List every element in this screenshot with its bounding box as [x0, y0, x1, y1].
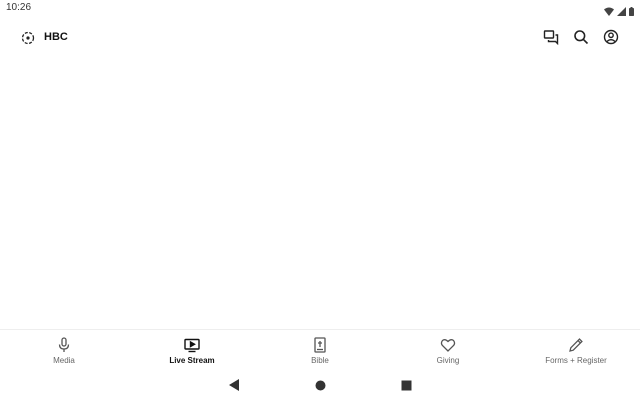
live-tv-icon	[184, 337, 200, 353]
app-actions	[542, 28, 620, 46]
app-screen: 10:26 HBC Media Live Stream Bible Giving…	[0, 0, 640, 400]
heart-icon	[440, 337, 456, 353]
status-icons	[604, 3, 634, 21]
nav-item-bible[interactable]: Bible	[256, 330, 384, 370]
church-logo-icon[interactable]	[20, 30, 36, 46]
microphone-icon	[56, 337, 72, 353]
app-title: HBC	[44, 31, 68, 43]
status-bar: 10:26	[0, 0, 640, 16]
app-bar: HBC	[0, 24, 640, 52]
home-icon[interactable]	[313, 378, 327, 392]
bible-icon	[312, 337, 328, 353]
search-icon[interactable]	[572, 28, 590, 46]
signal-icon	[617, 3, 626, 21]
back-icon[interactable]	[227, 378, 241, 392]
system-navigation-bar	[0, 370, 640, 400]
pencil-icon	[568, 337, 584, 353]
bottom-navigation: Media Live Stream Bible Giving Forms + R…	[0, 329, 640, 370]
recents-icon[interactable]	[399, 378, 413, 392]
nav-label-forms-register: Forms + Register	[545, 356, 607, 365]
wifi-icon	[604, 3, 614, 21]
nav-item-media[interactable]: Media	[0, 330, 128, 370]
nav-label-media: Media	[53, 356, 75, 365]
nav-item-live-stream[interactable]: Live Stream	[128, 330, 256, 370]
live-stream-content	[0, 56, 640, 328]
nav-item-forms-register[interactable]: Forms + Register	[512, 330, 640, 370]
nav-label-giving: Giving	[436, 356, 460, 365]
battery-icon	[629, 3, 634, 21]
nav-item-giving[interactable]: Giving	[384, 330, 512, 370]
nav-label-bible: Bible	[311, 356, 329, 365]
account-icon[interactable]	[602, 28, 620, 46]
chat-icon[interactable]	[542, 28, 560, 46]
nav-label-live-stream: Live Stream	[169, 356, 215, 365]
status-time: 10:26	[6, 2, 32, 13]
